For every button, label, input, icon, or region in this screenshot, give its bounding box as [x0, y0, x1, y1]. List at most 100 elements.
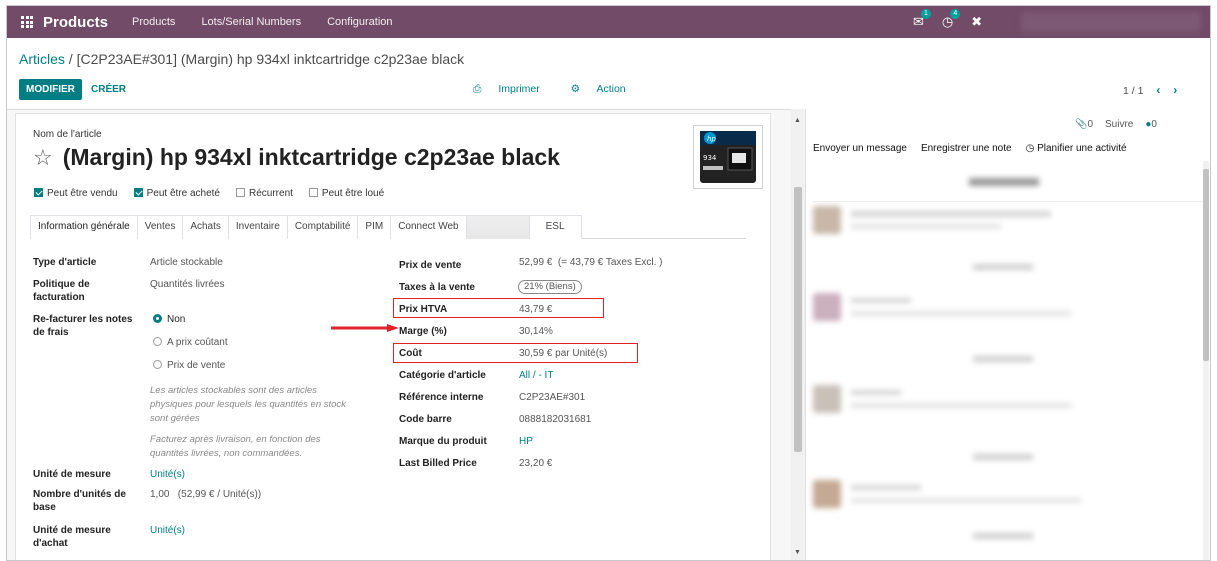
chatter-panel: [805, 109, 1210, 560]
base-units-label: Nombre d'unités de base: [33, 488, 126, 514]
type-value[interactable]: Article stockable: [150, 256, 223, 269]
help-stockable: Les articles stockables sont des article…: [150, 385, 346, 424]
form-scrollbar[interactable]: ▲ ▼: [791, 109, 805, 560]
chatter-date-blurred: [969, 178, 1039, 186]
tab-connect-web[interactable]: Connect Web: [390, 215, 467, 239]
apps-menu-icon[interactable]: [21, 16, 33, 28]
check-can-be-sold[interactable]: Peut être vendu: [34, 188, 118, 199]
gear-icon: ⚙: [570, 83, 581, 95]
policy-value[interactable]: Quantités livrées: [150, 278, 224, 291]
action-bar: ⎙ Imprimer ⚙ Action: [473, 83, 654, 96]
star-icon[interactable]: ☆: [33, 145, 53, 171]
checkbox-recurring[interactable]: [236, 188, 245, 197]
pager-previous-icon[interactable]: ‹: [1156, 83, 1160, 97]
form-scrollbar-thumb[interactable]: [794, 187, 802, 452]
chatter-scrollbar-thumb[interactable]: [1203, 169, 1209, 361]
tools-icon[interactable]: ✖: [971, 14, 982, 30]
radio-non[interactable]: [153, 314, 162, 323]
product-image[interactable]: hp 934: [693, 125, 763, 189]
breadcrumb-separator: /: [64, 51, 77, 67]
purchase-uom-label-line1: Unité de mesure: [33, 525, 111, 536]
sale-price-value[interactable]: 52,99 € (= 43,79 € Taxes Excl. ): [519, 256, 663, 269]
radio-sale-option[interactable]: Prix de vente: [153, 359, 225, 372]
cost-label: Coût: [399, 348, 422, 359]
messages-icon[interactable]: ✉ 1: [913, 9, 931, 30]
followers-button[interactable]: ●0: [1145, 119, 1157, 130]
schedule-activity-button[interactable]: ◷ Planifier une activité: [1026, 143, 1127, 154]
tab-blurred[interactable]: [465, 215, 530, 239]
tab-inventory[interactable]: Inventaire: [227, 215, 288, 239]
brand-value[interactable]: HP: [519, 435, 533, 448]
category-value[interactable]: All / - IT: [519, 369, 553, 382]
chatter-actions: Envoyer un message Enregistrer une note …: [813, 143, 1127, 154]
check-can-be-purchased[interactable]: Peut être acheté: [133, 188, 220, 199]
pager-value: 1 / 1: [1123, 85, 1144, 97]
create-button[interactable]: CRÉER: [87, 79, 130, 100]
margin-value[interactable]: 30,14%: [519, 325, 553, 338]
check-recurring[interactable]: Récurrent: [236, 188, 293, 199]
menu-configuration[interactable]: Configuration: [327, 16, 392, 28]
form-tabs: Information générale Ventes Achats Inven…: [30, 215, 746, 239]
radio-sale[interactable]: [153, 360, 162, 369]
checkbox-rented[interactable]: [308, 188, 318, 197]
scroll-down-icon[interactable]: ▼: [794, 549, 801, 556]
barcode-value[interactable]: 0888182031681: [519, 413, 591, 426]
tab-accounting[interactable]: Comptabilité: [286, 215, 359, 239]
menu-products[interactable]: Products: [132, 16, 175, 28]
activities-count: 4: [950, 9, 961, 19]
htva-value[interactable]: 43,79 €: [519, 303, 552, 316]
internal-ref-value[interactable]: C2P23AE#301: [519, 391, 585, 404]
uom-value[interactable]: Unité(s): [150, 468, 185, 481]
tab-purchase[interactable]: Achats: [182, 215, 229, 239]
chatter-date-3: [973, 356, 1033, 362]
pager-next-icon[interactable]: ›: [1173, 83, 1177, 97]
chatter-date-2: [973, 264, 1033, 270]
tab-sales[interactable]: Ventes: [136, 215, 184, 239]
product-options: Peut être vendu Peut être acheté Récurre…: [34, 188, 394, 199]
policy-label: Politique de facturation: [33, 278, 90, 304]
chatter-line-6: [851, 403, 1071, 408]
app-title[interactable]: Products: [43, 14, 108, 31]
check-can-be-rented[interactable]: Peut être loué: [308, 188, 384, 199]
last-billed-label: Last Billed Price: [399, 458, 477, 469]
uom-label: Unité de mesure: [33, 469, 111, 480]
scroll-up-icon[interactable]: ▲: [794, 117, 801, 124]
radio-cost[interactable]: [153, 337, 162, 346]
checkbox-sold[interactable]: [34, 188, 43, 197]
checkbox-purchased[interactable]: [133, 188, 143, 197]
radio-cost-label: A prix coûtant: [167, 337, 228, 348]
tab-pim[interactable]: PIM: [357, 215, 392, 239]
cost-value[interactable]: 30,59 € par Unité(s): [519, 347, 607, 360]
last-billed-value[interactable]: 23,20 €: [519, 457, 552, 470]
purchase-uom-value[interactable]: Unité(s): [150, 524, 185, 537]
tab-esl[interactable]: ESL: [528, 215, 582, 239]
breadcrumb: Articles / [C2P23AE#301] (Margin) hp 934…: [19, 51, 464, 67]
action-button[interactable]: ⚙ Action: [571, 83, 640, 95]
attachments-button[interactable]: 📎0: [1075, 119, 1093, 130]
tab-general-info[interactable]: Information générale: [30, 215, 138, 239]
breadcrumb-articles[interactable]: Articles: [19, 51, 65, 67]
send-message-button[interactable]: Envoyer un message: [813, 143, 907, 154]
check-purchased-label: Peut être acheté: [146, 188, 220, 199]
edit-button[interactable]: MODIFIER: [19, 79, 82, 100]
base-units-value[interactable]: 1,00 (52,99 € / Unité(s)): [150, 488, 261, 501]
sale-price-label: Prix de vente: [399, 260, 462, 271]
follow-button[interactable]: Suivre: [1105, 119, 1133, 130]
activities-clock-icon[interactable]: ◷ 4: [942, 9, 961, 30]
chatter-date-4: [973, 454, 1033, 460]
log-note-button[interactable]: Enregistrer une note: [921, 143, 1012, 154]
tax-badge[interactable]: 21% (Biens): [518, 280, 582, 294]
chatter-divider: [813, 201, 1205, 202]
policy-label-line1: Politique de: [33, 279, 90, 290]
user-menu-blurred[interactable]: [1021, 12, 1201, 32]
chatter-scrollbar[interactable]: [1203, 161, 1209, 560]
radio-non-option[interactable]: Non: [153, 313, 185, 326]
radio-cost-option[interactable]: A prix coûtant: [153, 336, 228, 349]
chatter-line-5: [851, 390, 901, 395]
taxes-value[interactable]: 21% (Biens): [518, 280, 582, 294]
chatter-date-5: [973, 533, 1033, 539]
product-name[interactable]: (Margin) hp 934xl inktcartridge c2p23ae …: [63, 144, 560, 171]
chatter-line-2: [851, 224, 1001, 229]
print-button[interactable]: ⎙ Imprimer: [473, 83, 554, 95]
menu-lots-serial[interactable]: Lots/Serial Numbers: [201, 16, 301, 28]
